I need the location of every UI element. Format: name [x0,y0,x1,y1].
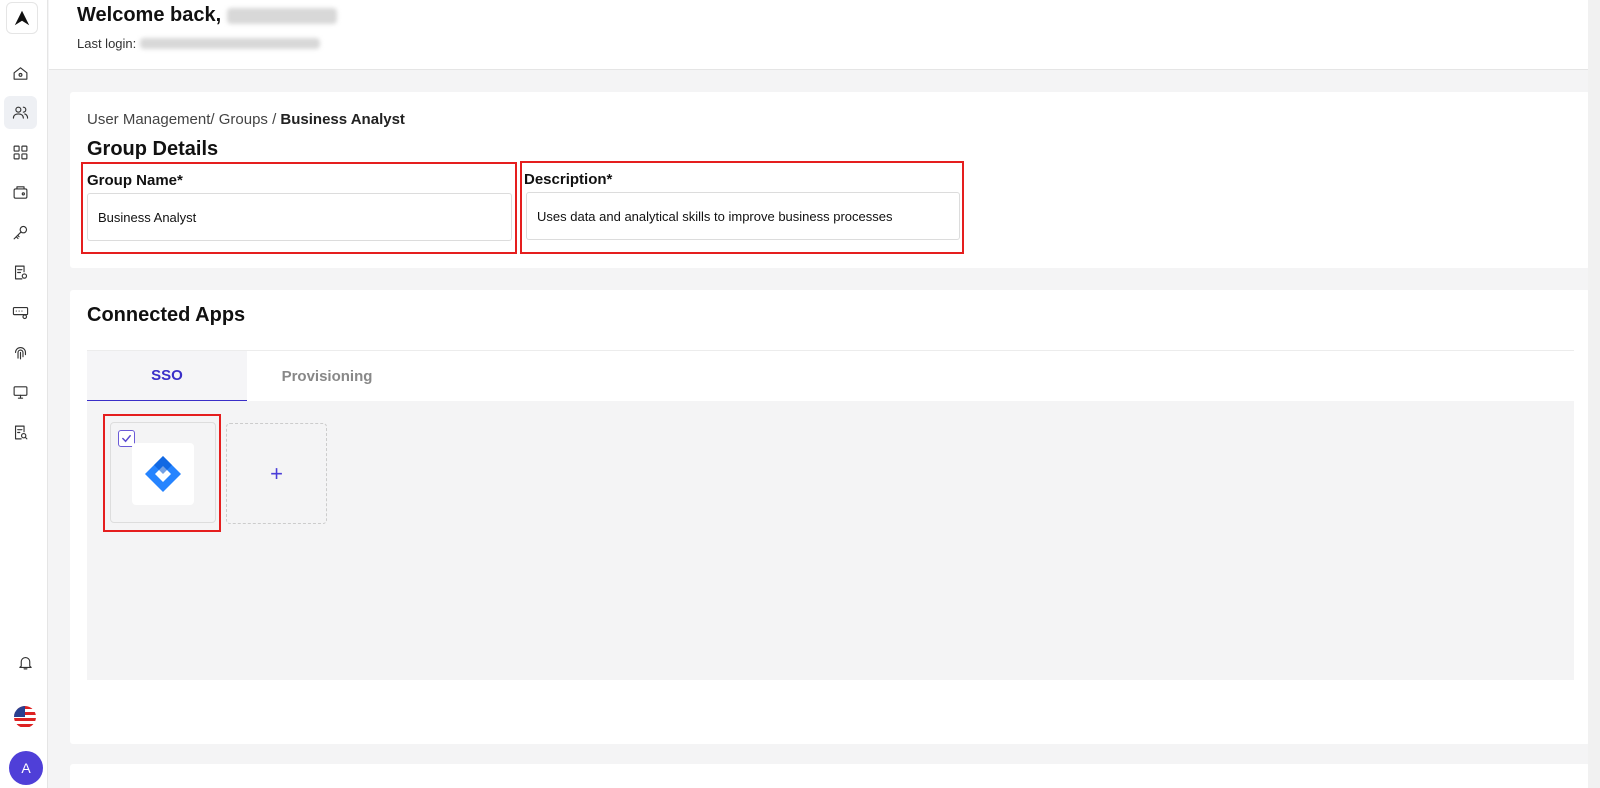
description-label: Description* [524,171,613,188]
sidebar-item-biometrics[interactable] [4,336,37,369]
device-key-icon [12,306,29,320]
description-input[interactable]: Uses data and analytical skills to impro… [526,192,960,240]
sidebar-item-reports[interactable] [4,256,37,289]
logo-arrow-icon [14,10,30,26]
language-selector[interactable] [14,706,36,728]
bell-icon [19,656,32,670]
sidebar-item-home[interactable] [4,57,37,90]
user-avatar[interactable]: A [9,751,43,785]
sidebar-item-users[interactable] [4,96,37,129]
users-icon [12,106,29,119]
sidebar-item-apps[interactable] [4,136,37,169]
sidebar-item-notifications[interactable] [9,646,42,679]
add-app-button[interactable]: + [226,423,327,524]
next-section-card [70,764,1590,788]
breadcrumb-path[interactable]: User Management/ Groups / [87,111,280,128]
group-name-input[interactable]: Business Analyst [87,193,512,241]
report-settings-icon [14,265,28,280]
home-icon [13,67,28,80]
welcome-text: Welcome back, [77,4,222,26]
connected-apps-card: Connected Apps SSO Provisioning + [70,290,1590,744]
group-details-title: Group Details [87,138,219,160]
top-header: Welcome back, Last login: [49,0,1600,70]
sidebar-item-wallet[interactable] [4,176,37,209]
group-details-card: User Management/ Groups / Business Analy… [70,92,1590,268]
apps-area: + [87,401,1574,680]
breadcrumb-current: Business Analyst [280,111,405,128]
app-logo-tile [132,443,194,505]
last-login-label: Last login: [77,36,137,51]
group-name-label: Group Name* [87,172,183,189]
tab-sso[interactable]: SSO [87,351,247,402]
group-name-highlight: Group Name* Business Analyst [81,162,517,254]
welcome-message: Welcome back, [77,4,338,27]
app-logo[interactable] [6,2,38,34]
sidebar-item-devices[interactable] [4,296,37,329]
breadcrumb: User Management/ Groups / Business Analy… [87,111,405,128]
app-highlight [103,414,221,532]
connected-apps-title: Connected Apps [87,304,246,326]
connected-apps-tabs: SSO Provisioning [87,350,1574,402]
jira-logo-icon [145,456,181,492]
tab-provisioning[interactable]: Provisioning [247,351,407,402]
sidebar: A [0,0,48,788]
last-login: Last login: [77,36,321,51]
wallet-icon [13,186,28,199]
monitor-icon [13,386,28,399]
fingerprint-icon [14,347,27,360]
sidebar-item-keys[interactable] [4,216,37,249]
app-tile-jira[interactable] [110,422,216,523]
redacted-last-login [140,38,321,49]
apps-grid-icon [13,145,28,160]
page-scrollbar[interactable] [1588,0,1600,788]
us-flag-icon [14,706,36,728]
check-icon [122,435,131,443]
redacted-username [227,7,338,24]
sidebar-item-monitor[interactable] [4,376,37,409]
key-icon [13,225,28,240]
audit-search-icon [14,425,28,440]
description-highlight: Description* Uses data and analytical sk… [520,161,964,254]
sidebar-item-audit[interactable] [4,416,37,449]
